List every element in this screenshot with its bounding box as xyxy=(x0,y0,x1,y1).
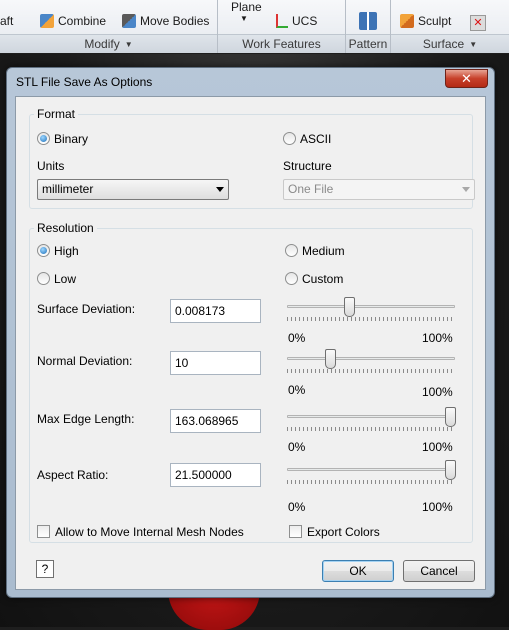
resolution-legend: Resolution xyxy=(37,221,94,235)
aspect-ratio-label: Aspect Ratio: xyxy=(37,468,109,482)
slider-max-label: 100% xyxy=(422,440,453,454)
slider-ticks xyxy=(287,480,455,484)
ribbon-sculpt-button[interactable]: Sculpt xyxy=(400,14,451,28)
resolution-group: Resolution xyxy=(29,221,473,543)
structure-select: One File xyxy=(283,179,475,200)
units-label: Units xyxy=(37,159,65,173)
slider-track xyxy=(287,357,455,360)
slider-ticks xyxy=(287,369,455,373)
slider-max-label: 100% xyxy=(422,385,453,399)
delete-face-button[interactable]: ✕ xyxy=(470,12,490,31)
chevron-down-icon: ▼ xyxy=(124,40,133,49)
max-edge-length-input[interactable]: 163.068965 xyxy=(170,409,261,433)
slider-min-label: 0% xyxy=(288,383,306,397)
cancel-button[interactable]: Cancel xyxy=(403,560,475,582)
slider-thumb[interactable] xyxy=(324,349,336,369)
slider-track xyxy=(287,468,455,471)
ribbon-item-aft[interactable]: aft xyxy=(0,14,13,28)
slider-ticks xyxy=(287,427,455,431)
max-edge-length-label: Max Edge Length: xyxy=(37,412,135,426)
radio-icon xyxy=(285,272,298,285)
slider-track xyxy=(287,415,455,418)
aspect-ratio-input[interactable]: 21.500000 xyxy=(170,463,261,487)
slider-min-label: 0% xyxy=(288,440,306,454)
slider-thumb[interactable] xyxy=(445,460,456,480)
export-colors-checkbox[interactable]: Export Colors xyxy=(289,525,380,539)
chevron-down-icon: ▼ xyxy=(469,40,478,49)
ribbon-group-surface[interactable]: Surface ▼ xyxy=(391,34,509,53)
delete-face-icon: ✕ xyxy=(470,15,486,31)
format-legend: Format xyxy=(37,107,76,121)
combine-icon xyxy=(40,14,54,28)
help-icon: ? xyxy=(41,562,49,576)
binary-radio[interactable]: Binary xyxy=(37,132,88,146)
ascii-radio[interactable]: ASCII xyxy=(283,132,331,146)
allow-move-internal-nodes-checkbox[interactable]: Allow to Move Internal Mesh Nodes xyxy=(37,525,244,539)
units-select[interactable]: millimeter xyxy=(37,179,229,200)
close-icon: ✕ xyxy=(461,71,472,86)
slider-thumb[interactable] xyxy=(445,407,456,427)
radio-icon xyxy=(37,272,50,285)
checkbox-icon xyxy=(289,525,302,538)
low-radio[interactable]: Low xyxy=(37,272,76,286)
normal-deviation-label: Normal Deviation: xyxy=(37,354,133,368)
ucs-icon xyxy=(276,14,288,28)
ribbon-ucs-button[interactable]: UCS xyxy=(276,14,317,28)
dropdown-arrow-icon xyxy=(462,187,470,192)
move-bodies-icon xyxy=(122,14,136,28)
surface-deviation-input[interactable]: 0.008173 xyxy=(170,299,261,323)
custom-radio[interactable]: Custom xyxy=(285,272,343,286)
aspect-ratio-slider[interactable] xyxy=(287,460,456,492)
dialog-body: Format Binary ASCII Units Structure mill… xyxy=(15,96,486,590)
slider-max-label: 100% xyxy=(422,500,453,514)
ribbon-group-work-features: Work Features xyxy=(218,34,345,53)
structure-label: Structure xyxy=(283,159,332,173)
normal-deviation-slider[interactable] xyxy=(287,349,455,381)
surface-deviation-label: Surface Deviation: xyxy=(37,302,136,316)
max-edge-length-slider[interactable] xyxy=(287,407,456,439)
plane-dropdown-icon[interactable]: ▼ xyxy=(240,14,248,23)
radio-selected-icon xyxy=(37,132,50,145)
radio-selected-icon xyxy=(37,244,50,257)
dialog-title: STL File Save As Options xyxy=(16,75,153,89)
radio-icon xyxy=(283,132,296,145)
normal-deviation-input[interactable]: 10 xyxy=(170,351,261,375)
dropdown-arrow-icon xyxy=(216,187,224,192)
ribbon-move-bodies-button[interactable]: Move Bodies xyxy=(122,14,209,28)
ribbon-combine-button[interactable]: Combine xyxy=(40,14,106,28)
close-button[interactable]: ✕ xyxy=(445,69,488,88)
ribbon-group-modify[interactable]: Modify ▼ xyxy=(0,34,217,53)
medium-radio[interactable]: Medium xyxy=(285,244,345,258)
slider-max-label: 100% xyxy=(422,331,453,345)
ok-button[interactable]: OK xyxy=(322,560,394,582)
ribbon-group-pattern: Pattern xyxy=(346,34,390,53)
slider-ticks xyxy=(287,317,455,321)
high-radio[interactable]: High xyxy=(37,244,79,258)
mirror-icon xyxy=(359,12,377,30)
help-button[interactable]: ? xyxy=(36,560,54,578)
ribbon-plane-button[interactable]: Plane xyxy=(231,0,262,14)
slider-thumb[interactable] xyxy=(343,297,355,317)
slider-track xyxy=(287,305,455,308)
checkbox-icon xyxy=(37,525,50,538)
slider-min-label: 0% xyxy=(288,331,306,345)
stl-save-options-dialog: STL File Save As Options ✕ Format Binary… xyxy=(6,67,495,598)
pattern-mirror-button[interactable] xyxy=(359,12,381,30)
surface-deviation-slider[interactable] xyxy=(287,297,455,329)
radio-icon xyxy=(285,244,298,257)
ribbon: aft Combine Move Bodies Plane ▼ UCS Scul… xyxy=(0,0,509,53)
sculpt-icon xyxy=(400,14,414,28)
dialog-titlebar[interactable]: STL File Save As Options ✕ xyxy=(7,68,494,96)
slider-min-label: 0% xyxy=(288,500,306,514)
